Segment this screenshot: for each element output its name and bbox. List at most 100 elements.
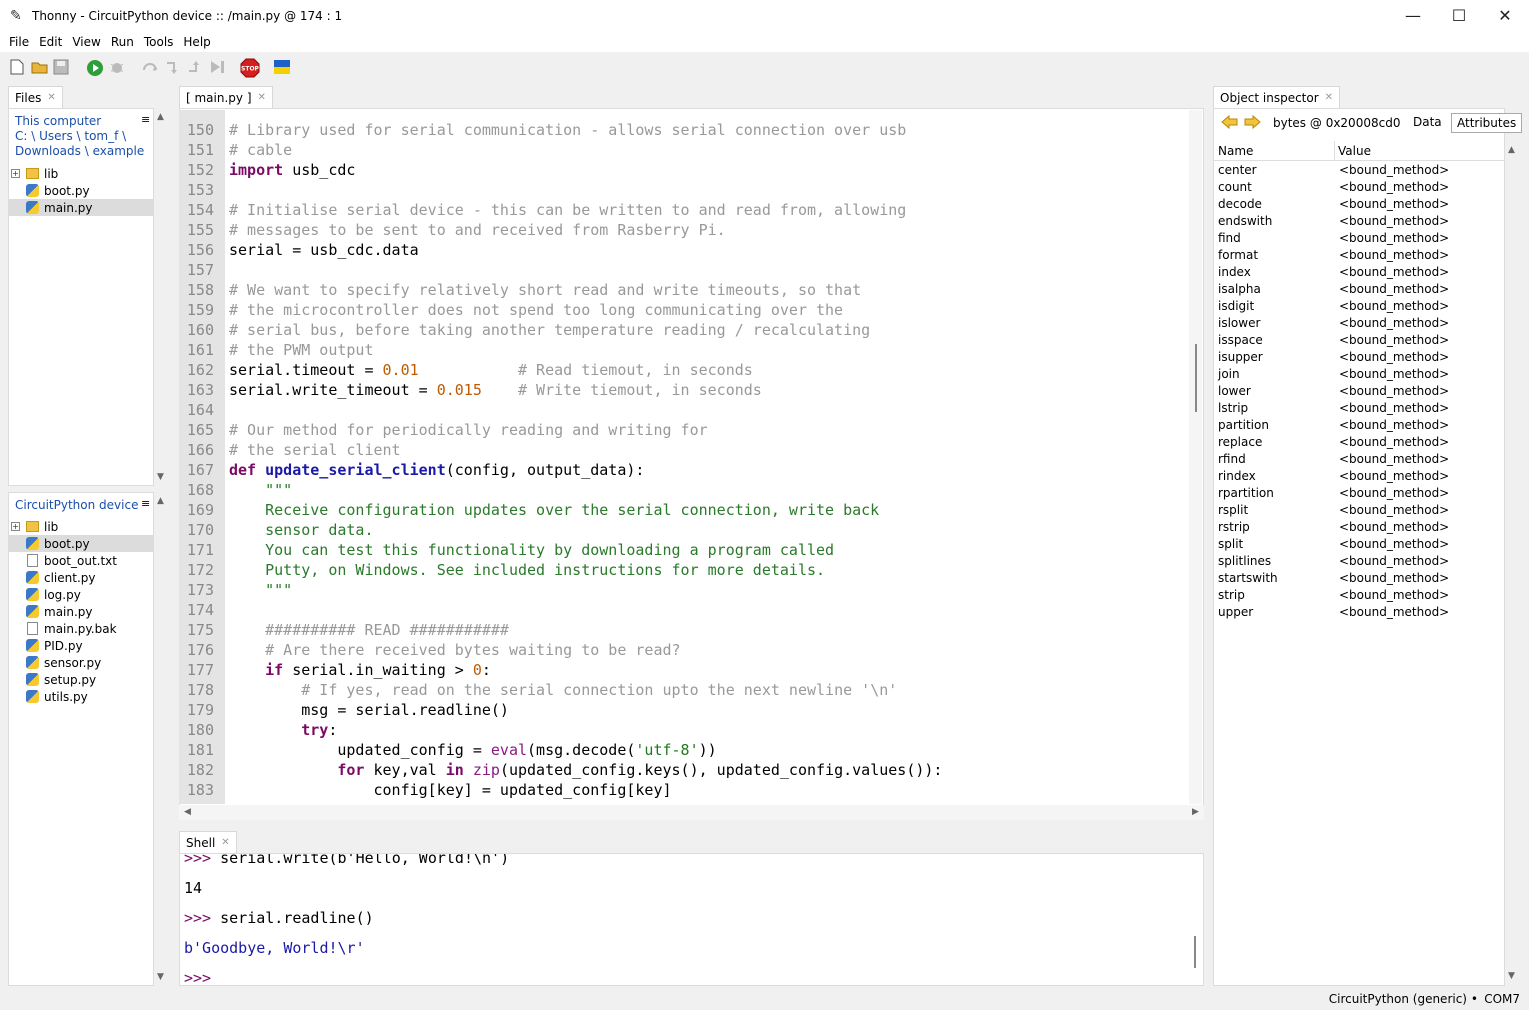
- list-item[interactable]: main.py.bak: [9, 620, 153, 637]
- table-row[interactable]: find <bound_method>: [1218, 231, 1498, 248]
- tab-files[interactable]: Files ✕: [8, 86, 63, 108]
- table-row[interactable]: rindex <bound_method>: [1218, 469, 1498, 486]
- table-row[interactable]: isupper <bound_method>: [1218, 350, 1498, 367]
- inspector-scrollbar[interactable]: ▲ ▼: [1505, 141, 1518, 986]
- table-row[interactable]: upper <bound_method>: [1218, 605, 1498, 622]
- list-item[interactable]: sensor.py: [9, 654, 153, 671]
- code-line[interactable]: # Are there received bytes waiting to be…: [229, 640, 680, 660]
- table-row[interactable]: rfind <bound_method>: [1218, 452, 1498, 469]
- table-row[interactable]: splitlines <bound_method>: [1218, 554, 1498, 571]
- column-header-value[interactable]: Value: [1338, 144, 1371, 158]
- code-line[interactable]: for key,val in zip(updated_config.keys()…: [229, 760, 942, 780]
- menu-run[interactable]: Run: [106, 35, 139, 49]
- menu-help[interactable]: Help: [178, 35, 215, 49]
- open-file-icon[interactable]: [31, 59, 49, 77]
- code-line[interactable]: # the PWM output: [229, 340, 374, 360]
- menu-file[interactable]: File: [4, 35, 34, 49]
- list-item[interactable]: client.py: [9, 569, 153, 586]
- list-item[interactable]: main.py: [9, 603, 153, 620]
- table-row[interactable]: decode <bound_method>: [1218, 197, 1498, 214]
- files-menu-icon[interactable]: ≡: [141, 113, 150, 126]
- code-line[interactable]: # We want to specify relatively short re…: [229, 280, 861, 300]
- list-item[interactable]: boot_out.txt: [9, 552, 153, 569]
- table-row[interactable]: rpartition <bound_method>: [1218, 486, 1498, 503]
- maximize-button[interactable]: ☐: [1436, 0, 1482, 31]
- shell-panel[interactable]: >>> serial.write(b'Hello, World!\n') 14 >>…: [179, 853, 1204, 986]
- table-row[interactable]: join <bound_method>: [1218, 367, 1498, 384]
- this-computer-header[interactable]: This computer: [15, 114, 101, 128]
- path-segment[interactable]: C:: [15, 129, 27, 143]
- stop-icon[interactable]: STOP: [240, 58, 260, 78]
- code-line[interactable]: """: [229, 580, 292, 600]
- list-item[interactable]: boot.py: [9, 182, 153, 199]
- device-header[interactable]: CircuitPython device: [15, 498, 138, 512]
- list-item[interactable]: utils.py: [9, 688, 153, 705]
- code-line[interactable]: Putty, on Windows. See included instruct…: [229, 560, 825, 580]
- code-line[interactable]: def update_serial_client(config, output_…: [229, 460, 644, 480]
- path-segment[interactable]: tom_f: [84, 129, 118, 143]
- list-item[interactable]: log.py: [9, 586, 153, 603]
- path-segment[interactable]: Downloads: [15, 144, 81, 158]
- files-scrollbar[interactable]: ▲ ▼: [154, 108, 167, 486]
- code-line[interactable]: """: [229, 480, 292, 500]
- step-out-icon[interactable]: [186, 59, 204, 77]
- code-line[interactable]: # cable: [229, 140, 292, 160]
- scroll-up-icon[interactable]: ▲: [154, 112, 167, 122]
- code-line[interactable]: import usb_cdc: [229, 160, 355, 180]
- table-row[interactable]: isspace <bound_method>: [1218, 333, 1498, 350]
- close-icon[interactable]: ✕: [47, 92, 55, 103]
- ukraine-flag-icon[interactable]: [274, 60, 292, 78]
- close-icon[interactable]: ✕: [258, 92, 266, 103]
- table-row[interactable]: lower <bound_method>: [1218, 384, 1498, 401]
- code-line[interactable]: serial.write_timeout = 0.015 # Write tie…: [229, 380, 762, 400]
- scroll-down-icon[interactable]: ▼: [154, 972, 167, 982]
- close-icon[interactable]: ✕: [221, 837, 229, 848]
- debug-icon[interactable]: [109, 59, 127, 77]
- shell-scrollbar-thumb[interactable]: [1194, 936, 1196, 968]
- code-line[interactable]: serial = usb_cdc.data: [229, 240, 419, 260]
- table-row[interactable]: rstrip <bound_method>: [1218, 520, 1498, 537]
- save-icon[interactable]: [53, 59, 71, 77]
- scroll-up-icon[interactable]: ▲: [154, 496, 167, 506]
- code-line[interactable]: if serial.in_waiting > 0:: [229, 660, 491, 680]
- code-line[interactable]: msg = serial.readline(): [229, 700, 509, 720]
- path-segment[interactable]: example: [93, 144, 145, 158]
- list-item[interactable]: + lib: [9, 165, 153, 182]
- table-row[interactable]: startswith <bound_method>: [1218, 571, 1498, 588]
- menu-tools[interactable]: Tools: [139, 35, 179, 49]
- list-item[interactable]: boot.py: [9, 535, 153, 552]
- list-item[interactable]: + lib: [9, 518, 153, 535]
- scroll-down-icon[interactable]: ▼: [154, 472, 167, 482]
- table-row[interactable]: isdigit <bound_method>: [1218, 299, 1498, 316]
- code-line[interactable]: # the serial client: [229, 440, 401, 460]
- expand-icon[interactable]: +: [11, 522, 20, 531]
- code-line[interactable]: config[key] = updated_config[key]: [229, 780, 671, 800]
- code-line[interactable]: You can test this functionality by downl…: [229, 540, 834, 560]
- step-into-icon[interactable]: [164, 59, 182, 77]
- code-line[interactable]: # If yes, read on the serial connection …: [229, 680, 897, 700]
- tab-shell[interactable]: Shell ✕: [179, 831, 237, 853]
- expand-icon[interactable]: +: [11, 169, 20, 178]
- minimize-button[interactable]: —: [1390, 0, 1436, 31]
- scroll-left-icon[interactable]: ◀: [181, 807, 194, 817]
- code-line[interactable]: # Initialise serial device - this can be…: [229, 200, 906, 220]
- scroll-up-icon[interactable]: ▲: [1505, 145, 1518, 155]
- table-row[interactable]: strip <bound_method>: [1218, 588, 1498, 605]
- table-row[interactable]: endswith <bound_method>: [1218, 214, 1498, 231]
- code-line[interactable]: # serial bus, before taking another temp…: [229, 320, 870, 340]
- scroll-down-icon[interactable]: ▼: [1505, 971, 1518, 981]
- table-row[interactable]: isalpha <bound_method>: [1218, 282, 1498, 299]
- tab-data[interactable]: Data: [1407, 113, 1448, 133]
- scrollbar-thumb[interactable]: [1195, 344, 1197, 412]
- interpreter-status[interactable]: CircuitPython (generic): [1329, 992, 1467, 1006]
- list-item[interactable]: main.py: [9, 199, 153, 216]
- code-line[interactable]: Receive configuration updates over the s…: [229, 500, 879, 520]
- editor-hscrollbar[interactable]: ◀ ▶: [179, 805, 1204, 820]
- list-item[interactable]: PID.py: [9, 637, 153, 654]
- code-line[interactable]: ########## READ ###########: [229, 620, 509, 640]
- table-row[interactable]: center <bound_method>: [1218, 163, 1498, 180]
- table-row[interactable]: partition <bound_method>: [1218, 418, 1498, 435]
- menu-view[interactable]: View: [67, 35, 105, 49]
- table-row[interactable]: format <bound_method>: [1218, 248, 1498, 265]
- code-line[interactable]: # Our method for periodically reading an…: [229, 420, 708, 440]
